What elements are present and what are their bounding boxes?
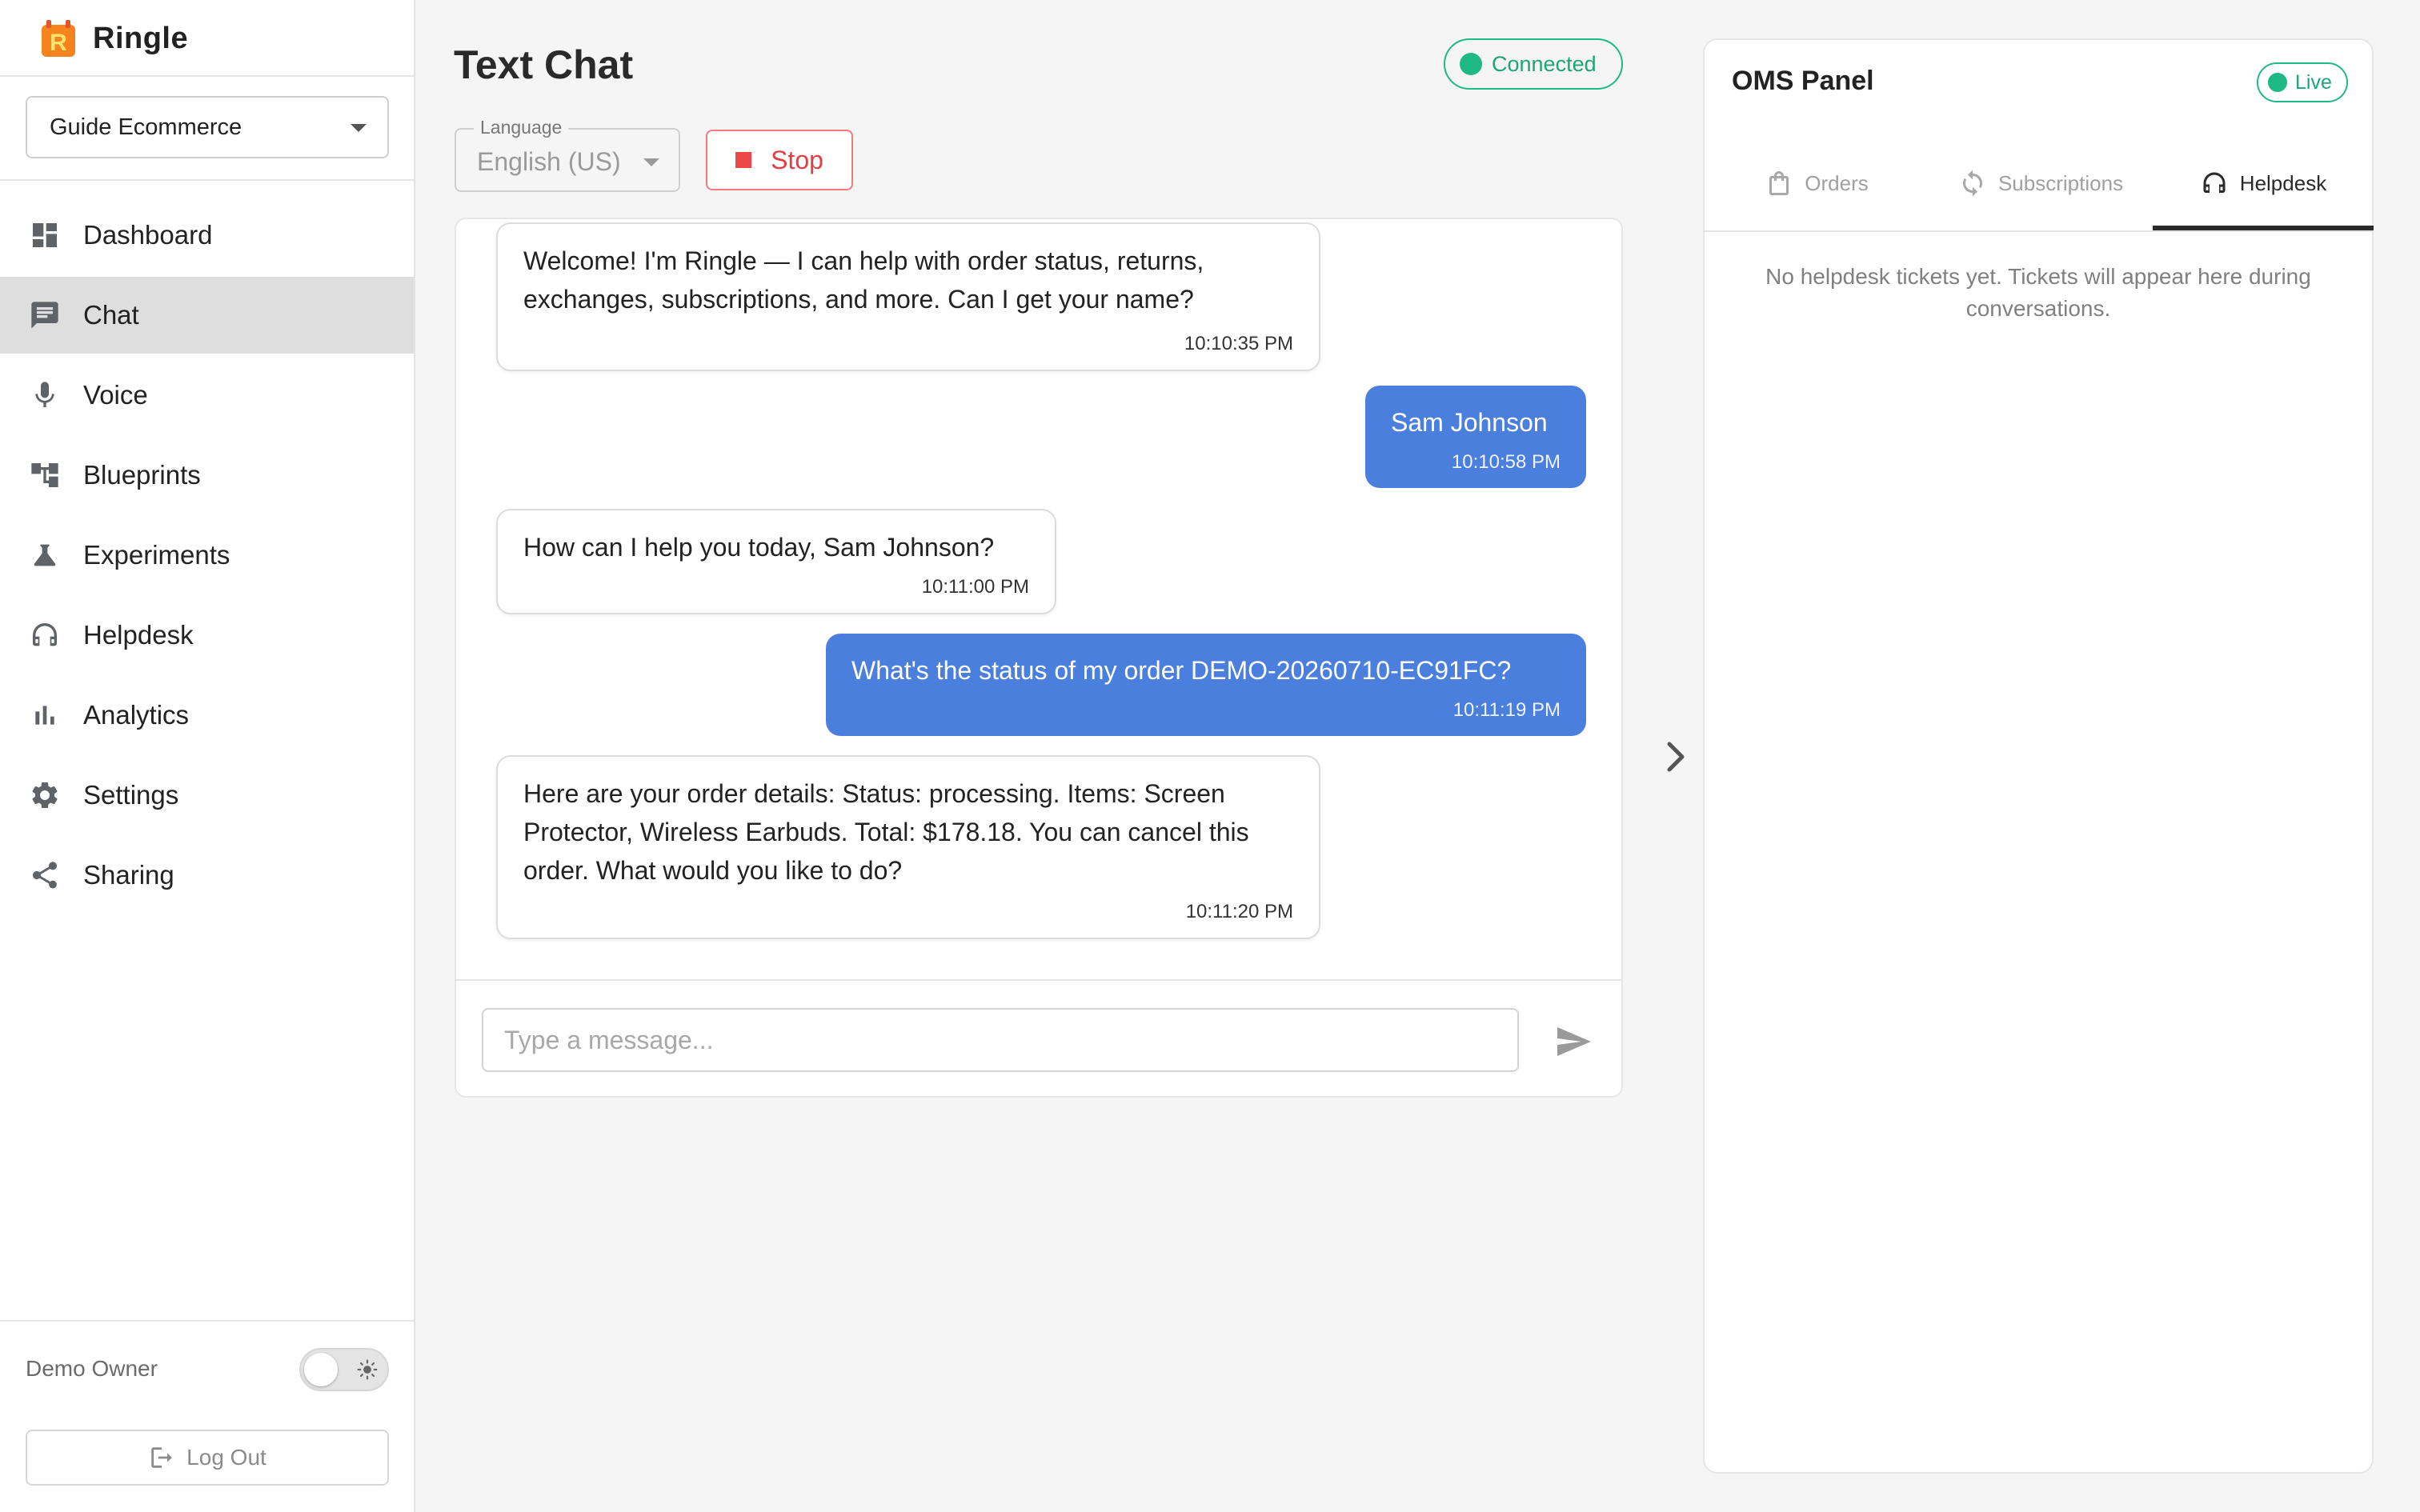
status-dot-icon — [1460, 53, 1482, 75]
blueprint-icon — [27, 458, 62, 493]
flask-icon — [27, 538, 62, 573]
sidebar-item-voice[interactable]: Voice — [0, 357, 414, 434]
sidebar-item-blueprints[interactable]: Blueprints — [0, 437, 414, 514]
message-timestamp: 10:11:00 PM — [921, 576, 1029, 598]
tab-subscriptions[interactable]: Subscriptions — [1929, 136, 2153, 230]
logout-button[interactable]: Log Out — [26, 1430, 389, 1486]
sidebar-item-helpdesk[interactable]: Helpdesk — [0, 597, 414, 674]
divider — [0, 1320, 414, 1322]
stop-icon — [735, 152, 752, 168]
caret-down-icon — [643, 158, 659, 166]
workspace-select[interactable]: Guide Ecommerce — [26, 96, 389, 158]
bot-message: Here are your order details: Status: pro… — [496, 755, 1320, 939]
svg-text:R: R — [50, 30, 67, 56]
tab-helpdesk[interactable]: Helpdesk — [2153, 136, 2374, 230]
divider — [0, 179, 414, 181]
tab-label: Helpdesk — [2239, 170, 2327, 195]
bar-chart-icon — [27, 698, 62, 733]
sidebar-item-label: Chat — [83, 300, 139, 330]
sidebar-item-experiments[interactable]: Experiments — [0, 517, 414, 594]
stop-button[interactable]: Stop — [706, 130, 853, 190]
sidebar-item-analytics[interactable]: Analytics — [0, 677, 414, 754]
message-text: Here are your order details: Status: pro… — [523, 779, 1249, 885]
caret-down-icon — [351, 124, 367, 132]
gear-icon — [27, 778, 62, 813]
share-icon — [27, 858, 62, 893]
logout-icon — [151, 1447, 172, 1468]
user-message: Sam Johnson 10:10:58 PM — [1365, 386, 1586, 488]
active-tab-indicator — [2153, 226, 2374, 230]
refresh-icon — [1962, 170, 1982, 197]
message-timestamp: 10:10:58 PM — [1451, 451, 1561, 473]
chat-panel: Welcome! I'm Ringle — I can help with or… — [455, 218, 1623, 1098]
toggle-knob — [304, 1353, 338, 1386]
owner-name: Demo Owner — [26, 1356, 158, 1381]
message-input[interactable] — [482, 1008, 1519, 1072]
connection-status-badge: Connected — [1444, 38, 1623, 90]
sidebar-item-chat[interactable]: Chat — [0, 277, 414, 354]
message-text: How can I help you today, Sam Johnson? — [523, 533, 995, 562]
sun-icon — [357, 1359, 378, 1380]
headset-icon — [27, 618, 62, 653]
bot-message: Welcome! I'm Ringle — I can help with or… — [496, 222, 1320, 371]
send-icon — [1557, 1027, 1591, 1056]
sidebar-item-label: Settings — [83, 780, 179, 810]
brand[interactable]: R Ringle — [38, 18, 188, 59]
chat-icon — [27, 298, 62, 333]
oms-panel: OMS Panel Live Orders Subscriptions Help… — [1703, 38, 2374, 1474]
tab-label: Orders — [1805, 170, 1869, 195]
language-select[interactable]: Language English (US) — [455, 117, 680, 192]
workspace-select-value: Guide Ecommerce — [50, 114, 242, 140]
language-select-label: Language — [474, 117, 569, 138]
chevron-right-icon[interactable] — [1663, 739, 1689, 774]
sidebar-item-label: Blueprints — [83, 460, 201, 490]
message-timestamp: 10:11:19 PM — [1452, 699, 1561, 721]
sidebar-item-label: Dashboard — [83, 220, 213, 250]
live-status-badge: Live — [2257, 62, 2348, 102]
sidebar-item-label: Analytics — [83, 700, 190, 730]
mic-icon — [27, 378, 62, 413]
sidebar-item-sharing[interactable]: Sharing — [0, 837, 414, 914]
oms-panel-title: OMS Panel — [1732, 66, 1874, 96]
language-select-value: English (US) — [477, 147, 621, 176]
user-message: What's the status of my order DEMO-20260… — [826, 634, 1586, 736]
logout-label: Log Out — [186, 1445, 266, 1470]
message-timestamp: 10:11:20 PM — [1185, 901, 1293, 922]
sidebar-item-settings[interactable]: Settings — [0, 757, 414, 834]
sidebar-item-dashboard[interactable]: Dashboard — [0, 197, 414, 274]
sidebar-item-label: Voice — [83, 380, 148, 410]
connection-status-label: Connected — [1492, 51, 1597, 76]
status-dot-icon — [2268, 73, 2287, 92]
shopping-bag-icon — [1769, 171, 1789, 195]
stop-button-label: Stop — [771, 145, 823, 174]
live-status-label: Live — [2295, 70, 2332, 94]
sidebar-item-label: Experiments — [83, 540, 230, 570]
headset-icon — [2203, 172, 2226, 193]
sidebar-nav: Dashboard Chat Voice Blueprints Experime… — [0, 197, 414, 917]
divider — [456, 979, 1621, 981]
tab-orders[interactable]: Orders — [1705, 136, 1929, 230]
app-name: Ringle — [93, 21, 189, 55]
page-title: Text Chat — [454, 42, 634, 87]
message-text: Sam Johnson — [1391, 408, 1548, 437]
send-button[interactable] — [1549, 1018, 1597, 1066]
message-timestamp: 10:10:35 PM — [1184, 333, 1293, 354]
message-text: Welcome! I'm Ringle — I can help with or… — [523, 246, 1204, 314]
oms-tabs: Orders Subscriptions Helpdesk — [1705, 136, 2374, 232]
sidebar: R Ringle Guide Ecommerce Dashboard Chat … — [0, 0, 415, 1512]
sidebar-item-label: Helpdesk — [83, 620, 194, 650]
dashboard-icon — [27, 218, 62, 253]
theme-toggle[interactable] — [299, 1348, 389, 1391]
ringle-logo-icon: R — [42, 20, 75, 57]
sidebar-item-label: Sharing — [83, 860, 174, 890]
bot-message: How can I help you today, Sam Johnson? 1… — [496, 509, 1056, 614]
empty-state-text: No helpdesk tickets yet. Tickets will ap… — [1765, 264, 2311, 321]
divider — [0, 75, 414, 77]
tab-label: Subscriptions — [1997, 170, 2124, 195]
message-text: What's the status of my order DEMO-20260… — [851, 656, 1512, 685]
